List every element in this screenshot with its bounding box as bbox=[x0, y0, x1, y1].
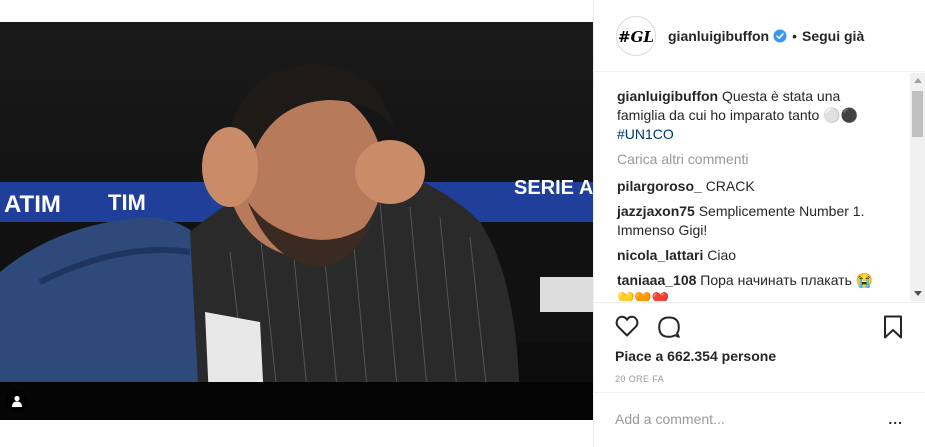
user-tag-button[interactable] bbox=[6, 390, 28, 412]
banner-text-right: SERIE A bbox=[514, 177, 593, 199]
load-more-comments-link[interactable]: Carica altri commenti bbox=[617, 150, 912, 169]
list-item: jazzjaxon75 Semplicemente Number 1. Imme… bbox=[617, 202, 887, 240]
separator-dot: • bbox=[792, 27, 797, 44]
scroll-up-arrow-icon[interactable] bbox=[910, 73, 925, 88]
avatar[interactable]: #GL bbox=[616, 15, 656, 56]
gl-logo-icon: #GL bbox=[618, 28, 654, 46]
list-item: nicola_lattari Ciao bbox=[617, 246, 887, 265]
post-timestamp[interactable]: 20 ORE FA bbox=[615, 374, 664, 384]
follow-status-button[interactable]: Segui già bbox=[802, 28, 864, 44]
post-header: #GL gianluigibuffon • Segui già bbox=[594, 0, 925, 72]
banner-text-left: ATIM bbox=[4, 191, 61, 218]
more-options-button[interactable]: ... bbox=[888, 411, 903, 427]
comment-username[interactable]: jazzjaxon75 bbox=[617, 203, 695, 219]
caption-hashtag[interactable]: #UN1CO bbox=[617, 126, 674, 142]
add-comment-input[interactable] bbox=[615, 411, 865, 427]
add-comment-section: ... bbox=[593, 392, 925, 447]
comments-scrollbar[interactable] bbox=[910, 73, 925, 301]
heart-icon[interactable] bbox=[615, 315, 639, 344]
bookmark-icon[interactable] bbox=[883, 315, 903, 344]
svg-text:#GL: #GL bbox=[618, 28, 654, 46]
likes-count[interactable]: Piace a 662.354 persone bbox=[615, 348, 776, 364]
comment-text: Ciao bbox=[707, 247, 737, 263]
caption: gianluigibuffon Questa è stata una famig… bbox=[617, 87, 887, 144]
verified-badge-icon bbox=[773, 29, 787, 43]
caption-username[interactable]: gianluigibuffon bbox=[617, 88, 718, 104]
comment-username[interactable]: pilargoroso_ bbox=[617, 178, 702, 194]
post-actions: Piace a 662.354 persone 20 ORE FA bbox=[593, 302, 925, 390]
comment-username[interactable]: taniaaa_108 bbox=[617, 272, 696, 288]
comment-text: CRACK bbox=[705, 178, 755, 194]
post-photo[interactable]: ATIM TIM SERIE A bbox=[0, 22, 593, 420]
comment-icon[interactable] bbox=[657, 315, 681, 344]
list-item: pilargoroso_ CRACK bbox=[617, 177, 887, 196]
list-item: taniaaa_108 Пора начинать плакать 😭💛🧡❤️ bbox=[617, 271, 887, 301]
user-tag-icon bbox=[12, 395, 22, 407]
scrollbar-thumb[interactable] bbox=[912, 91, 923, 137]
photo-illustration: ATIM TIM SERIE A bbox=[0, 22, 593, 420]
comments-list[interactable]: gianluigibuffon Questa è stata una famig… bbox=[594, 73, 912, 301]
post-media-area: ATIM TIM SERIE A bbox=[0, 0, 593, 447]
header-username[interactable]: gianluigibuffon bbox=[668, 28, 769, 44]
action-row bbox=[615, 315, 681, 344]
comment-username[interactable]: nicola_lattari bbox=[617, 247, 703, 263]
scroll-down-arrow-icon[interactable] bbox=[910, 286, 925, 301]
banner-text-mid: TIM bbox=[108, 190, 146, 215]
